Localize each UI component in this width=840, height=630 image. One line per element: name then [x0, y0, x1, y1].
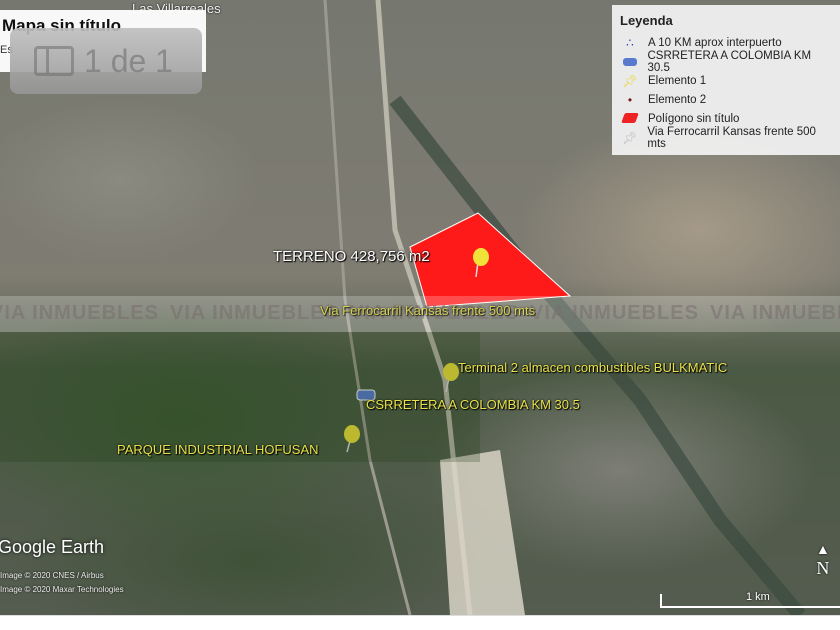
- legend-label: Elemento 1: [648, 74, 707, 87]
- terreno-label[interactable]: TERRENO 428,756 m2: [273, 248, 430, 265]
- copyright-text: Image © 2020 Maxar Technologies: [0, 585, 124, 594]
- scale-bar: 1 km: [660, 591, 840, 608]
- terreno-polygon[interactable]: [409, 212, 572, 308]
- watermark: VIA INMUEBLES: [530, 302, 699, 324]
- carretera-label[interactable]: CSRRETERA A COLOMBIA KM 30.5: [366, 397, 580, 412]
- watermark: VIA INMUEBLES: [170, 302, 339, 324]
- truck-icon: [620, 55, 640, 69]
- legend-label: Elemento 2: [648, 93, 707, 106]
- legend-item: 📌︎ Elemento 1: [620, 71, 832, 90]
- satellite-map[interactable]: VIA INMUEBLES VIA INMUEBLES VIA INMUEBLE…: [0, 0, 840, 615]
- ferrocarril-label[interactable]: Via Ferrocarril Kansas frente 500 mts: [320, 303, 535, 318]
- legend: Leyenda ∴ A 10 KM aprox interpuerto CSRRE…: [612, 5, 840, 155]
- copyright-text: Image © 2020 CNES / Airbus: [0, 571, 104, 580]
- legend-label: Via Ferrocarril Kansas frente 500 mts: [647, 125, 816, 150]
- north-arrow-icon: ▲ N: [816, 543, 830, 579]
- dots-cluster-icon: ∴: [626, 35, 634, 50]
- legend-label: CSRRETERA A COLOMBIA KM 30.5: [647, 49, 812, 74]
- legend-label: A 10 KM aprox interpuerto: [648, 36, 782, 49]
- white-pushpin-icon: 📌︎: [622, 130, 638, 145]
- dot-icon: •: [627, 92, 633, 107]
- bottom-bar: [0, 615, 840, 630]
- terminal-label[interactable]: Terminal 2 almacen combustibles BULKMATI…: [458, 360, 727, 375]
- watermark: VIA INMUEBLES: [710, 302, 840, 324]
- legend-item: CSRRETERA A COLOMBIA KM 30.5: [620, 49, 832, 74]
- google-earth-logo: Google Earth: [0, 537, 105, 557]
- watermark: VIA INMUEBLES: [0, 302, 159, 324]
- legend-item: 📌︎ Via Ferrocarril Kansas frente 500 mts: [620, 125, 832, 150]
- slide-count: 1 de 1: [84, 42, 173, 79]
- industrial-yard: [440, 450, 525, 615]
- parque-label[interactable]: PARQUE INDUSTRIAL HOFUSAN: [117, 442, 319, 457]
- legend-label: Polígono sin título: [648, 112, 740, 125]
- scale-label: 1 km: [746, 591, 770, 603]
- slide-counter[interactable]: 1 de 1: [10, 28, 202, 94]
- yellow-pushpin-icon: 📌︎: [622, 73, 638, 88]
- slides-icon: [34, 46, 74, 76]
- north-label: N: [816, 558, 830, 578]
- legend-item: • Elemento 2: [620, 90, 832, 109]
- legend-title: Leyenda: [620, 13, 673, 28]
- red-polygon-icon: [620, 112, 640, 126]
